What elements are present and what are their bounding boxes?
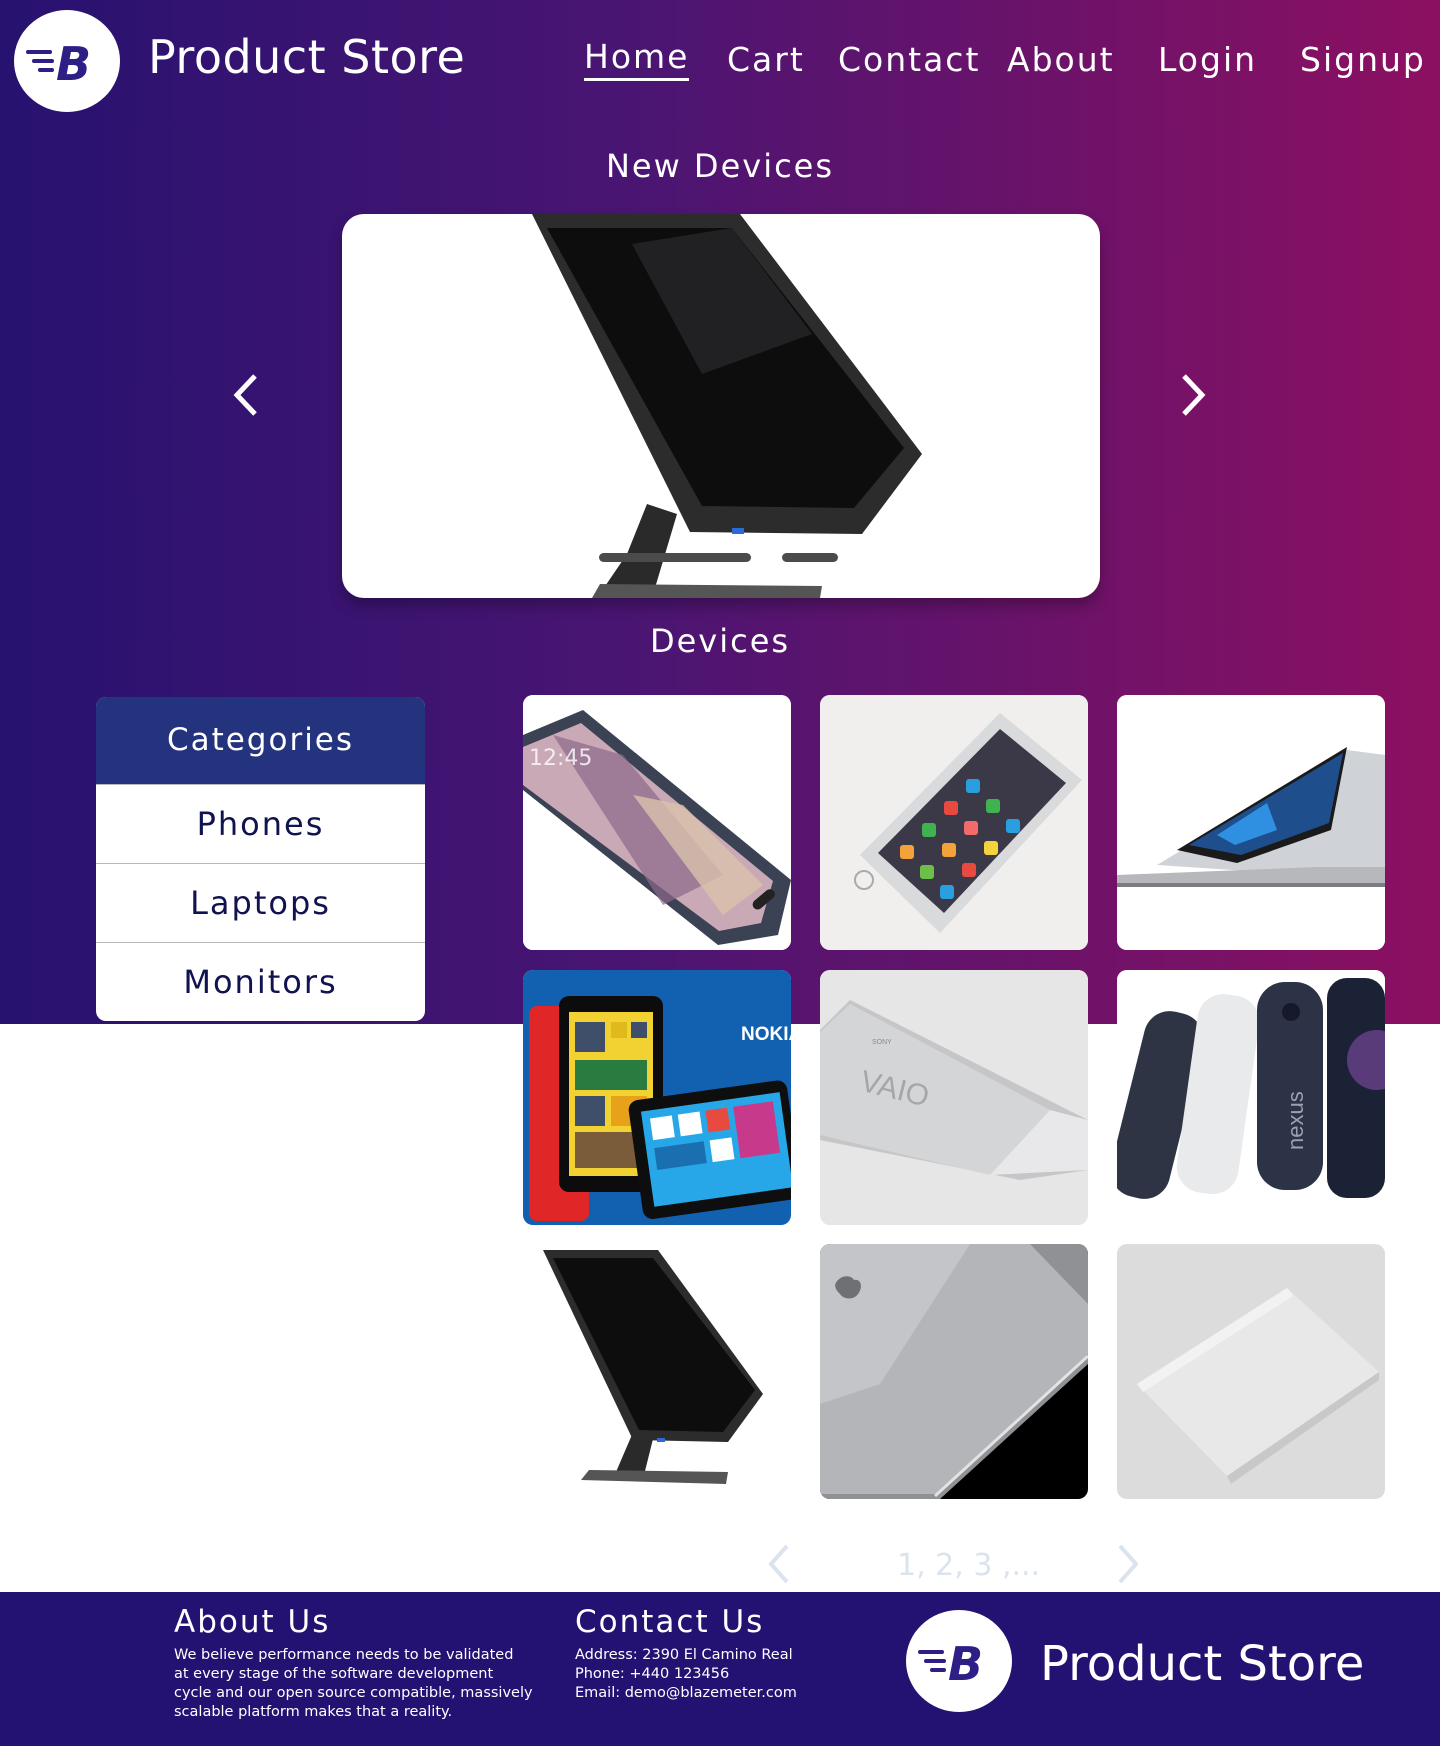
nokia-phones-image: NOKIA	[523, 970, 791, 1225]
categories-header[interactable]: Categories	[96, 697, 425, 784]
nokia-brand-label: NOKIA	[741, 1024, 791, 1045]
carousel-indicator-active[interactable]	[599, 553, 751, 562]
footer-about-text: We believe performance needs to be valid…	[174, 1646, 533, 1722]
footer-contact-title: Contact Us	[575, 1604, 765, 1640]
category-laptops[interactable]: Laptops	[96, 863, 425, 942]
product-card-monitor[interactable]	[523, 1244, 791, 1499]
pagination-pages[interactable]: 1, 2, 3 ,...	[897, 1548, 1040, 1583]
nav-contact[interactable]: Contact	[838, 40, 980, 79]
nav-signup[interactable]: Signup	[1300, 40, 1426, 79]
xperia-phone-image	[1117, 1244, 1385, 1499]
silver-laptop-image	[1117, 695, 1385, 950]
monitor-image	[523, 1244, 791, 1499]
product-card-sony-vaio-laptop[interactable]: VAIO SONY	[820, 970, 1088, 1225]
product-card-nexus-phones[interactable]: nexus	[1117, 970, 1385, 1225]
product-card-silver-laptop[interactable]	[1117, 695, 1385, 950]
brand-title[interactable]: Product Store	[148, 30, 465, 84]
samsung-phone-image: 12:45	[523, 695, 791, 950]
footer-brand-title: Product Store	[1040, 1636, 1365, 1692]
svg-text:B: B	[56, 37, 91, 88]
chevron-right-icon	[1182, 374, 1206, 416]
footer-about-line: We believe performance needs to be valid…	[174, 1647, 514, 1663]
footer-contact-info: Address: 2390 El Camino Real Phone: +440…	[575, 1646, 797, 1703]
chevron-left-icon	[768, 1544, 789, 1584]
category-phones[interactable]: Phones	[96, 784, 425, 863]
svg-text:B: B	[948, 1637, 983, 1688]
devices-heading: Devices	[649, 622, 791, 660]
sony-vaio-laptop-image: VAIO SONY	[820, 970, 1088, 1225]
footer-email: Email: demo@blazemeter.com	[575, 1685, 797, 1701]
nexus-brand-label: nexus	[1283, 1091, 1308, 1150]
nav-cart[interactable]: Cart	[727, 40, 805, 79]
iphone-image	[820, 695, 1088, 950]
product-card-xperia-phone[interactable]	[1117, 1244, 1385, 1499]
pagination-prev-button[interactable]	[765, 1542, 793, 1586]
product-card-samsung-phone[interactable]: 12:45	[523, 695, 791, 950]
footer-about-line: at every stage of the software developme…	[174, 1666, 494, 1682]
footer-phone: Phone: +440 123456	[575, 1666, 730, 1682]
nav-login[interactable]: Login	[1158, 40, 1257, 79]
macbook-image	[820, 1244, 1088, 1499]
svg-text:12:45: 12:45	[529, 746, 592, 771]
category-monitors[interactable]: Monitors	[96, 942, 425, 1021]
carousel-slide[interactable]	[342, 214, 1100, 598]
carousel-prev-button[interactable]	[227, 370, 267, 420]
nav-about[interactable]: About	[1007, 40, 1115, 79]
chevron-left-icon	[233, 374, 257, 416]
footer-about-line: scalable platform makes that a reality.	[174, 1704, 453, 1720]
monitor-image	[532, 214, 922, 598]
carousel-indicator[interactable]	[782, 553, 838, 562]
product-card-macbook[interactable]	[820, 1244, 1088, 1499]
new-devices-heading: New Devices	[605, 147, 835, 185]
svg-text:SONY: SONY	[872, 1039, 892, 1046]
carousel-next-button[interactable]	[1172, 370, 1212, 420]
footer-about-line: cycle and our open source compatible, ma…	[174, 1685, 533, 1701]
footer-logo: B	[906, 1610, 1012, 1712]
brand-b-icon: B	[918, 1637, 983, 1688]
product-card-iphone[interactable]	[820, 695, 1088, 950]
nexus-phones-image: nexus	[1117, 970, 1385, 1225]
footer-address: Address: 2390 El Camino Real	[575, 1647, 793, 1663]
logo[interactable]: B	[14, 10, 120, 112]
pagination-next-button[interactable]	[1114, 1542, 1142, 1586]
categories-panel: Categories Phones Laptops Monitors	[96, 697, 425, 1021]
product-card-nokia-phones[interactable]: NOKIA	[523, 970, 791, 1225]
footer-about-title: About Us	[174, 1604, 331, 1640]
chevron-right-icon	[1118, 1544, 1139, 1584]
brand-b-icon: B	[26, 37, 91, 88]
nav-home[interactable]: Home	[584, 37, 690, 81]
footer: About Us We believe performance needs to…	[0, 1592, 1440, 1746]
